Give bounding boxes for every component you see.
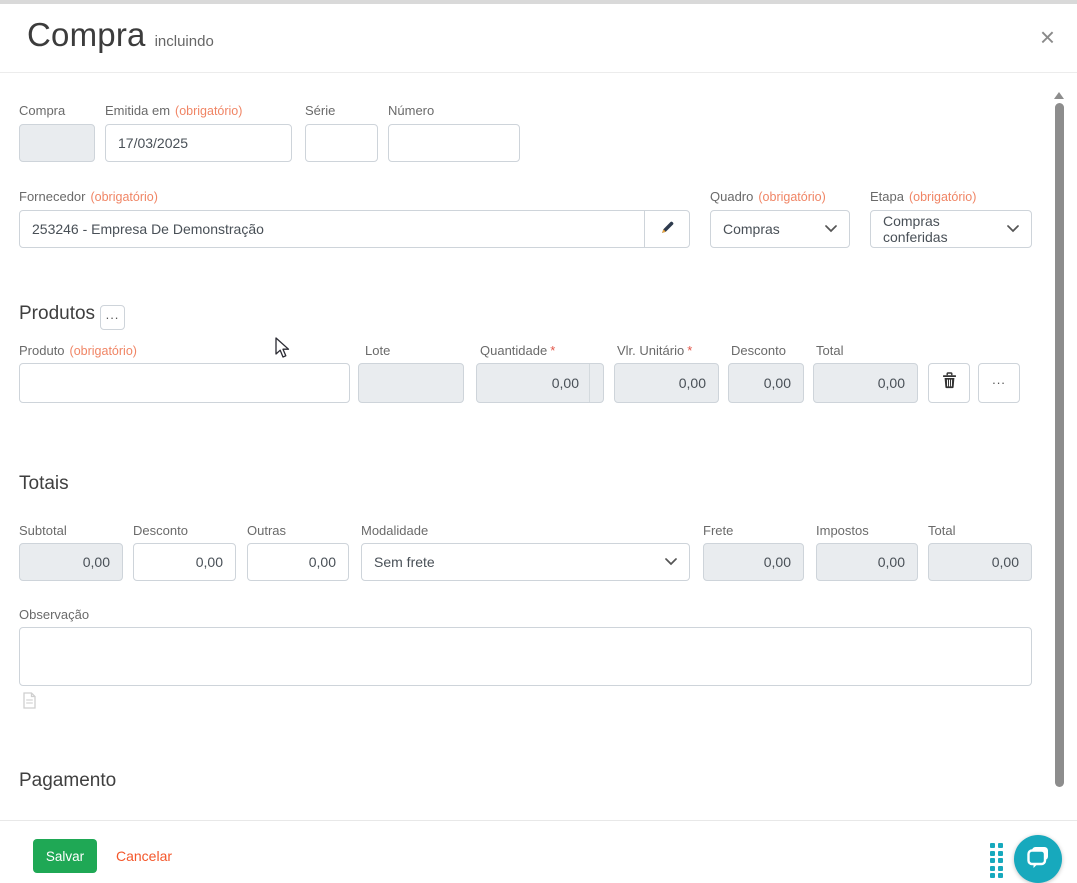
chat-bubble-icon [1023, 842, 1053, 877]
desconto-total-input[interactable] [133, 543, 236, 581]
chat-drag-handle-icon[interactable] [990, 843, 1003, 878]
serie-label: Série [305, 103, 335, 118]
vlr-unitario-input [614, 363, 719, 403]
observacao-label: Observação [19, 607, 89, 622]
subtotal-input [19, 543, 123, 581]
quantidade-field-wrap [476, 363, 604, 403]
pagamento-heading: Pagamento [19, 770, 116, 792]
quadro-select[interactable]: Compras [710, 210, 850, 248]
frete-input [703, 543, 804, 581]
page-title: Compra [27, 16, 146, 54]
totais-heading: Totais [19, 473, 69, 495]
etapa-label: Etapa(obrigatório) [870, 189, 976, 204]
chevron-down-icon [825, 225, 837, 233]
emitida-em-label: Emitida em(obrigatório) [105, 103, 242, 118]
lote-input [358, 363, 464, 403]
close-icon[interactable]: × [1040, 24, 1055, 50]
quantidade-stepper-divider [589, 364, 590, 402]
delete-row-button[interactable] [928, 363, 970, 403]
numero-input[interactable] [388, 124, 520, 162]
outras-label: Outras [247, 523, 286, 538]
total-item-input [813, 363, 918, 403]
compra-input [19, 124, 95, 162]
footer-divider [0, 820, 1077, 821]
observacao-textarea[interactable] [19, 627, 1032, 686]
header-divider [0, 72, 1077, 73]
serie-input[interactable] [305, 124, 378, 162]
chevron-down-icon [665, 558, 677, 566]
outras-input[interactable] [247, 543, 349, 581]
emitida-em-input[interactable] [105, 124, 292, 162]
vertical-scrollbar-thumb[interactable] [1055, 103, 1064, 787]
impostos-label: Impostos [816, 523, 869, 538]
produtos-heading: Produtos [19, 303, 95, 325]
compra-label: Compra [19, 103, 65, 118]
vlr-unitario-label: Vlr. Unitário* [617, 343, 692, 358]
mouse-cursor [275, 337, 293, 364]
subtotal-label: Subtotal [19, 523, 67, 538]
quantidade-label: Quantidade* [480, 343, 555, 358]
produtos-more-button[interactable]: ... [100, 305, 125, 330]
produto-input[interactable] [19, 363, 350, 403]
quantidade-input [476, 363, 604, 403]
fornecedor-label: Fornecedor(obrigatório) [19, 189, 158, 204]
modalidade-select-value: Sem frete [374, 554, 435, 570]
frete-label: Frete [703, 523, 733, 538]
fornecedor-field-group [19, 210, 690, 248]
impostos-input [816, 543, 918, 581]
modalidade-select[interactable]: Sem frete [361, 543, 690, 581]
compra-modal: Compra incluindo × Compra Emitida em(obr… [0, 0, 1077, 883]
etapa-select-value: Compras conferidas [883, 213, 999, 245]
chevron-down-icon [1007, 225, 1019, 233]
quadro-select-value: Compras [723, 221, 780, 237]
total-item-label: Total [816, 343, 843, 358]
modalidade-label: Modalidade [361, 523, 428, 538]
numero-label: Número [388, 103, 434, 118]
pencil-icon [659, 219, 675, 240]
edit-fornecedor-button[interactable] [644, 211, 689, 247]
note-document-icon [22, 692, 37, 714]
row-more-button[interactable]: ... [978, 363, 1020, 403]
modal-header: Compra incluindo [27, 16, 214, 54]
scrollbar-up-arrow-icon[interactable] [1054, 92, 1064, 99]
produto-label: Produto(obrigatório) [19, 343, 137, 358]
desconto-item-label: Desconto [731, 343, 786, 358]
quadro-label: Quadro(obrigatório) [710, 189, 826, 204]
cancel-button[interactable]: Cancelar [116, 848, 172, 864]
desconto-item-input [728, 363, 804, 403]
etapa-select[interactable]: Compras conferidas [870, 210, 1032, 248]
chat-launcher-button[interactable] [1014, 835, 1062, 883]
fornecedor-input[interactable] [20, 211, 644, 247]
trash-icon [942, 372, 957, 394]
desconto-total-label: Desconto [133, 523, 188, 538]
lote-label: Lote [365, 343, 390, 358]
save-button[interactable]: Salvar [33, 839, 97, 873]
page-top-edge [0, 0, 1077, 4]
total-geral-label: Total [928, 523, 955, 538]
total-geral-input [928, 543, 1032, 581]
page-subtitle: incluindo [155, 33, 214, 50]
